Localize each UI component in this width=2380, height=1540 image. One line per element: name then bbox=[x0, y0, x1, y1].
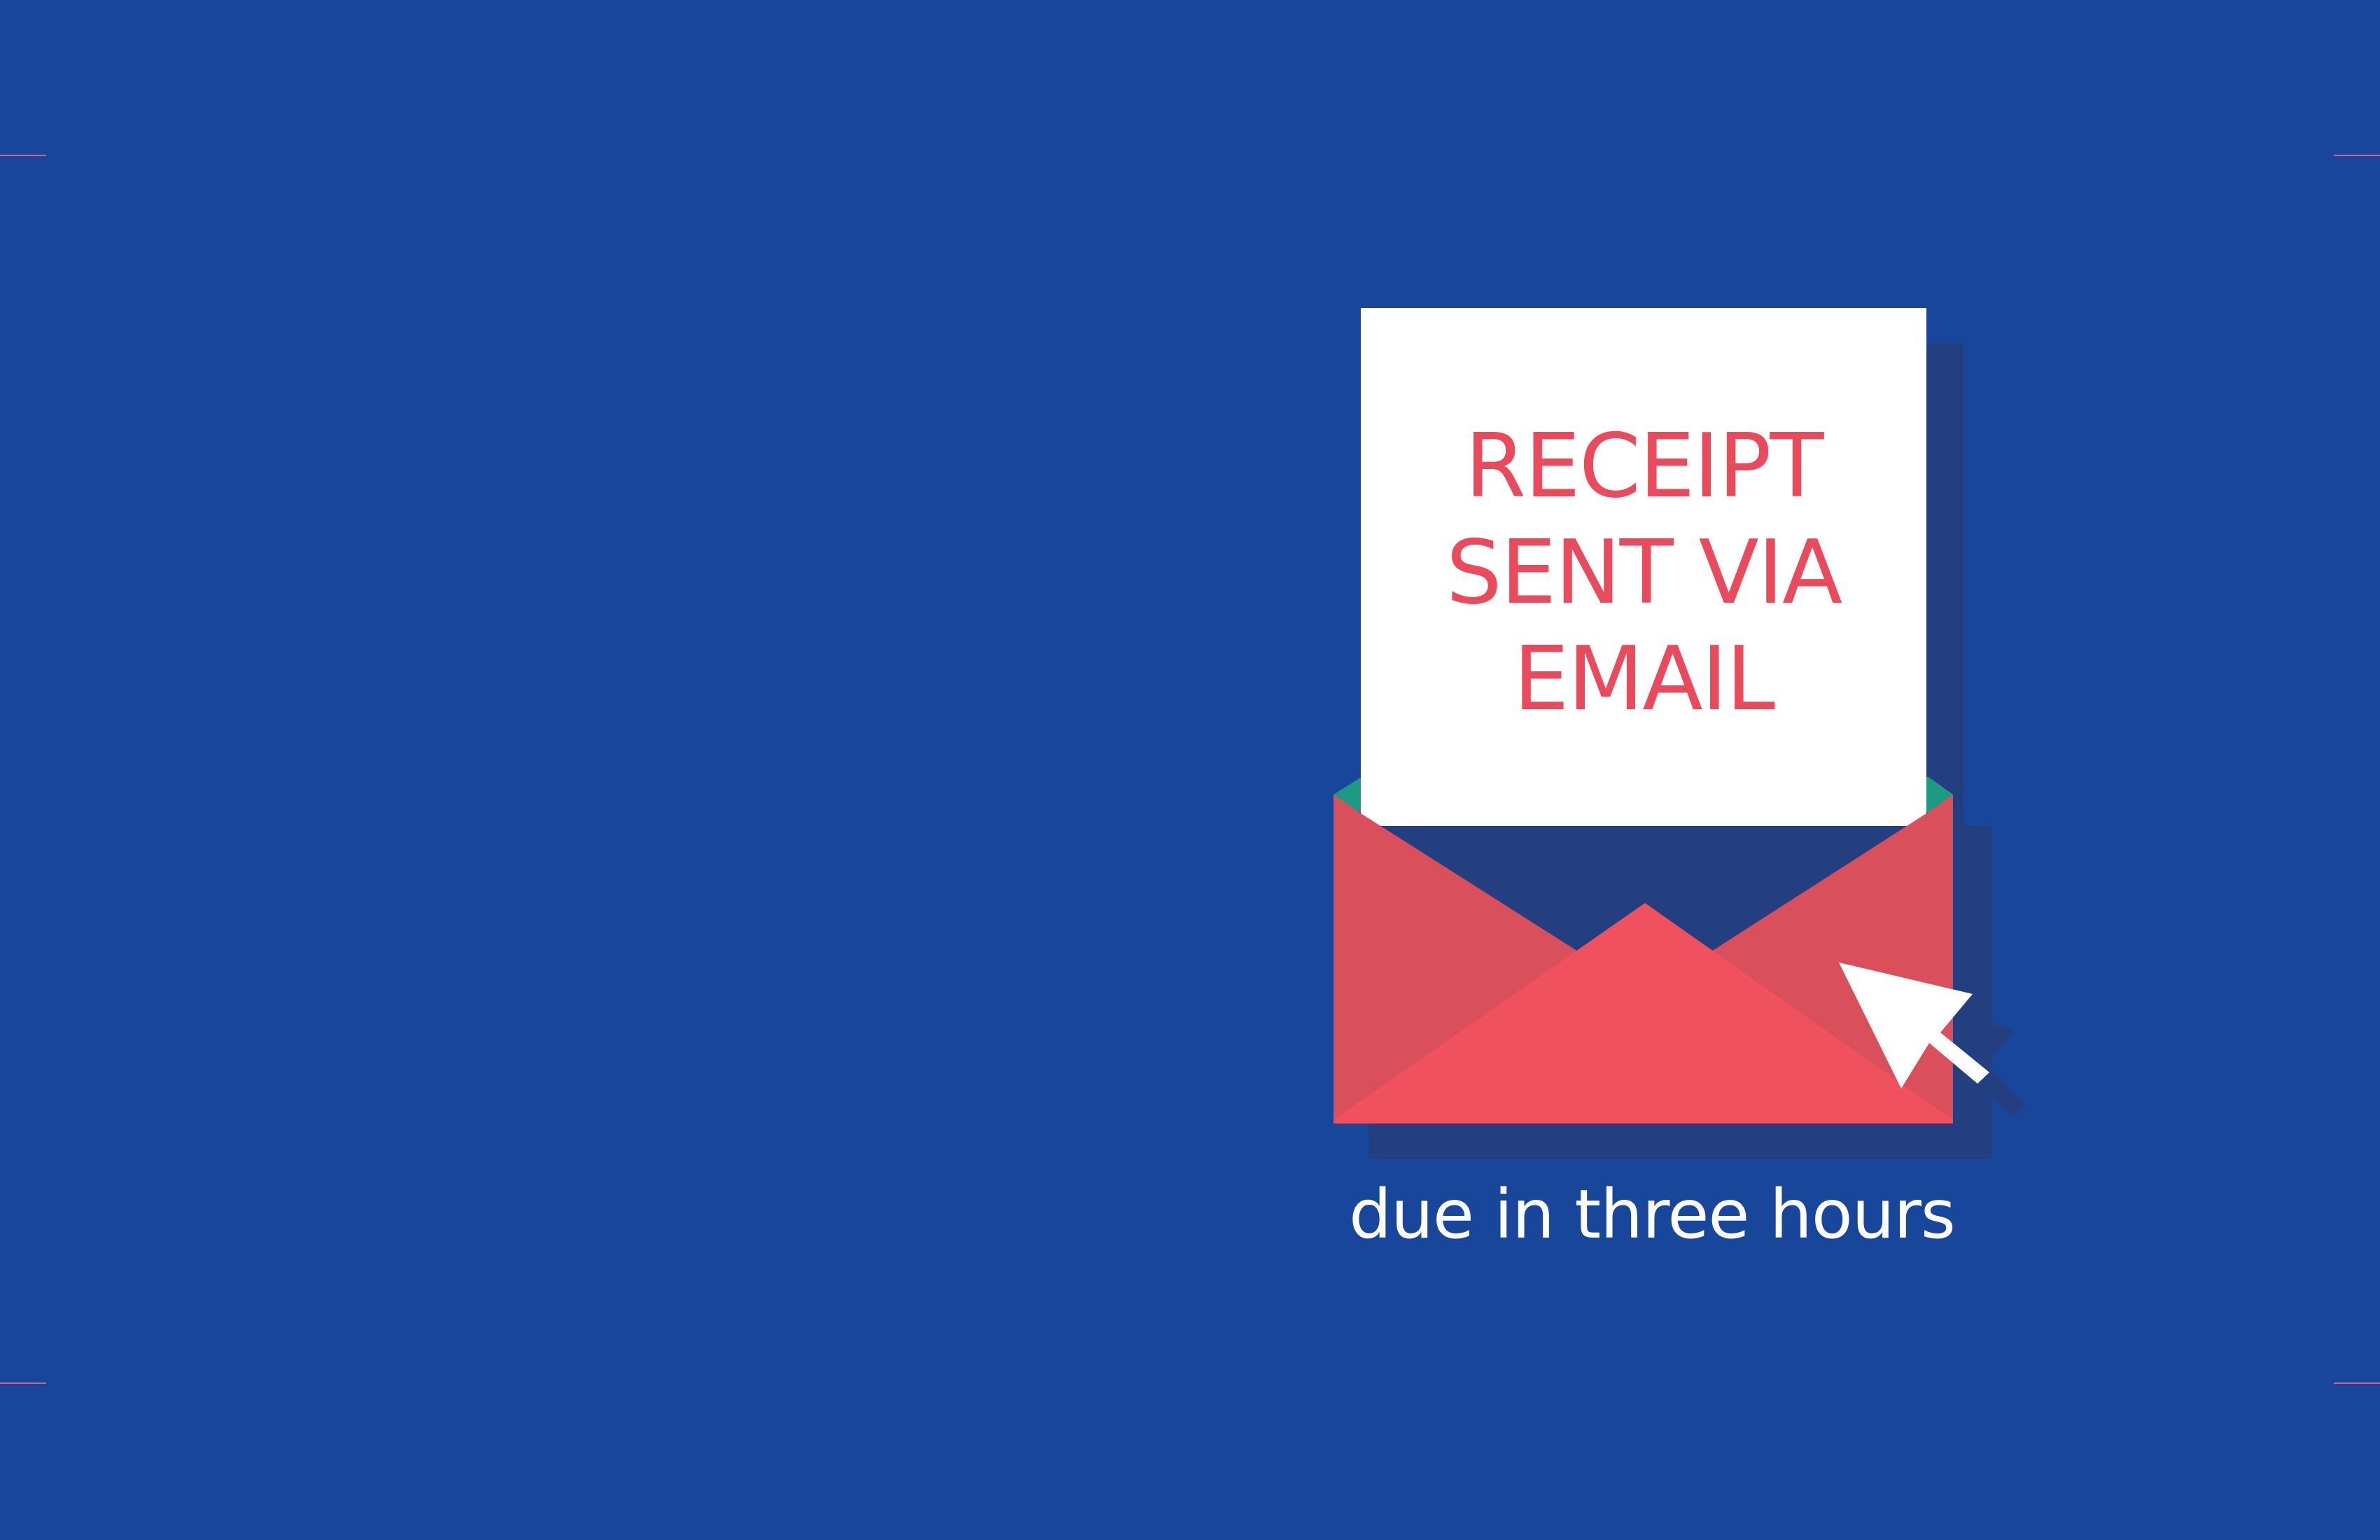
receipt-heading: RECEIPT SENT VIA EMAIL bbox=[1361, 413, 1926, 732]
email-receipt-illustration bbox=[1334, 308, 2026, 1158]
receipt-heading-line: RECEIPT bbox=[1464, 414, 1824, 517]
receipt-heading-line: EMAIL bbox=[1513, 627, 1775, 730]
due-caption: due in three hours bbox=[1349, 1175, 1956, 1254]
receipt-heading-line: SENT VIA bbox=[1446, 521, 1842, 624]
